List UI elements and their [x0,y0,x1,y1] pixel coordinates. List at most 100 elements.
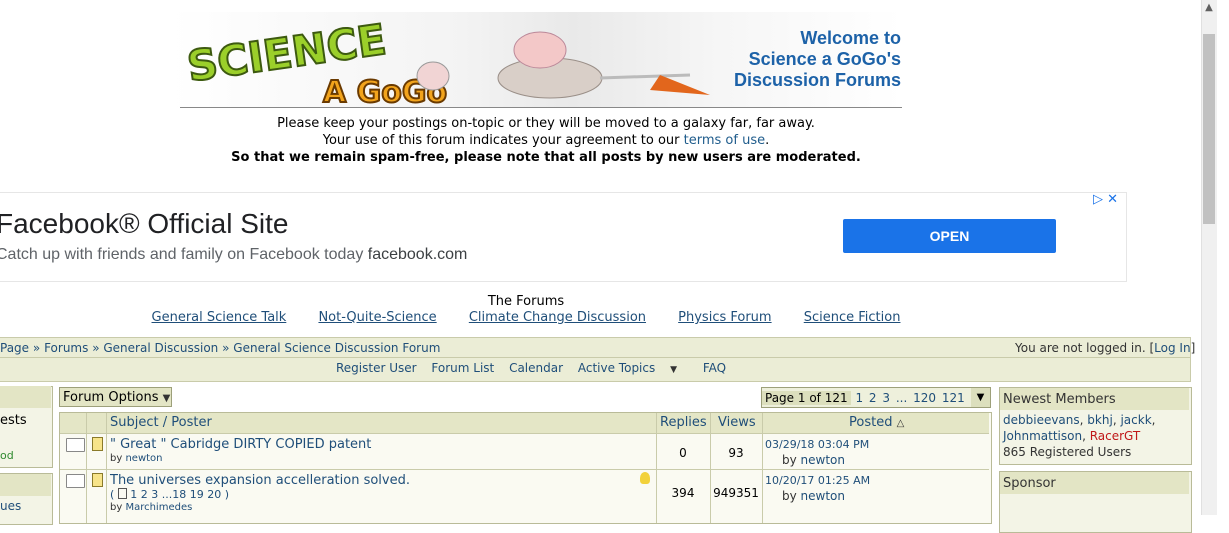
topic-icon [92,473,103,487]
newest-members-list: debbieevans, bkhj, jackk, Johnmattison, … [1003,413,1156,459]
breadcrumb-item-page[interactable]: Page [0,341,29,355]
breadcrumb-item-forums[interactable]: Forums [44,341,88,355]
topic-subject-link[interactable]: " Great " Cabridge DIRTY COPIED patent [110,437,371,452]
forum-link-climate-change[interactable]: Climate Change Discussion [469,310,646,325]
posted-date[interactable]: 03/29/18 [765,438,814,451]
left-sidebar-guests-text: ests [0,413,27,428]
member-link[interactable]: bkhj [1087,413,1113,427]
forum-link-physics-forum[interactable]: Physics Forum [678,310,771,325]
views-count: 949351 [713,486,759,500]
scroll-up-arrow-icon[interactable]: ▲ [1201,0,1217,16]
dropdown-triangle-icon[interactable]: ▼ [670,365,677,375]
login-status: You are not logged in. [Log In] [1015,341,1195,355]
replies-count: 0 [679,446,687,460]
posted-time[interactable]: 01:25 AM [818,474,870,487]
newest-members-title: Newest Members [1003,392,1116,407]
forum-link-general-science-talk[interactable]: General Science Talk [152,310,287,325]
welcome-line-2: Science a GoGo's [748,49,901,69]
topic-poster: by newton [110,453,163,464]
forums-title: The Forums [487,294,565,309]
active-topics-label[interactable]: Active Topics [578,361,655,375]
notice-line-1: Please keep your postings on-topic or th… [277,116,815,131]
page-link[interactable]: 3 [882,391,890,405]
register-user-link[interactable]: Register User [336,361,417,375]
breadcrumb-divider [0,357,1190,358]
login-status-close: ] [1190,341,1196,355]
column-header-replies[interactable]: Replies [660,415,707,430]
page-link[interactable]: 1 [855,391,863,405]
pages-close: ) [224,488,230,501]
page-link[interactable]: 120 [913,391,936,405]
notice-line-2: Your use of this forum indicates your ag… [171,132,921,149]
posted-by-prefix: by [782,453,797,467]
breadcrumb-separator: » [92,341,100,355]
sort-ascending-icon[interactable]: △ [897,418,905,429]
sponsor-title: Sponsor [1003,476,1056,491]
member-link-admin[interactable]: RacerGT [1090,429,1141,443]
poster-link[interactable]: newton [125,453,162,464]
row-divider [60,469,989,470]
welcome-heading: Welcome to Science a GoGo's Discussion F… [705,28,901,91]
ad-title[interactable]: Facebook® Official Site [0,208,288,240]
scrollbar-thumb[interactable] [1203,34,1215,224]
column-header-posted[interactable]: Posted △ [849,415,904,430]
posted-by: by newton [782,489,845,503]
hot-topic-icon [640,472,650,484]
calendar-link[interactable]: Calendar [509,361,563,375]
column-divider [762,413,763,523]
breadcrumb-item-general-discussion[interactable]: General Discussion [103,341,218,355]
notice-line-2-pre: Your use of this forum indicates your ag… [322,133,684,148]
pagination: Page 1 of 121 1 2 3 ... 120 121 > [761,387,991,408]
column-divider [86,413,87,523]
posted-by: by newton [782,453,845,467]
column-header-views[interactable]: Views [718,415,756,430]
topic-page-links[interactable]: 1 2 3 ...18 19 20 [130,488,221,501]
member-link[interactable]: debbieevans [1003,413,1080,427]
page-link[interactable]: 121 [942,391,965,405]
posted-by-link[interactable]: newton [801,489,845,503]
column-header-posted-label[interactable]: Posted [849,415,892,430]
log-in-link[interactable]: Log In [1154,341,1190,355]
posted-datetime[interactable]: 03/29/18 03:04 PM [765,438,869,451]
banner-divider [180,107,902,108]
member-link[interactable]: Johnmattison [1003,429,1082,443]
row-divider [60,433,989,434]
forum-list-link[interactable]: Forum List [431,361,494,375]
terms-of-use-link[interactable]: terms of use [684,133,765,148]
ad-open-button[interactable]: OPEN [843,219,1056,253]
breadcrumb-separator: » [32,341,41,355]
faq-link[interactable]: FAQ [703,361,726,375]
science-a-gogo-logo[interactable]: SCIENCE A GoGo [183,16,453,106]
notice-line-3: So that we remain spam-free, please note… [231,150,861,165]
active-topics-menu[interactable]: Active Topics ▼ [578,361,688,375]
forum-options-dropdown[interactable]: Forum Options ▼ [59,387,172,407]
posted-time[interactable]: 03:04 PM [818,438,869,451]
column-header-subject[interactable]: Subject / Poster [110,415,212,430]
page-link[interactable]: 2 [869,391,877,405]
welcome-line-1: Welcome to [800,28,901,48]
posted-date[interactable]: 10/20/17 [765,474,814,487]
chevron-down-icon[interactable]: ▼ [163,393,171,404]
forum-category-links: General Science Talk Not-Quite-Science C… [0,310,1052,325]
left-sidebar-box-header [0,386,51,408]
posted-by-link[interactable]: newton [801,453,845,467]
left-sidebar-status-text: od [0,449,14,462]
folder-icon [66,438,85,452]
replies-count: 394 [671,486,695,500]
column-divider [106,413,107,523]
forum-options-label[interactable]: Forum Options [63,390,159,405]
member-link[interactable]: jackk [1120,413,1151,427]
ad-choices-icon[interactable]: ▷ ✕ [1093,192,1118,207]
forum-link-science-fiction[interactable]: Science Fiction [804,310,901,325]
registered-users-count: 865 Registered Users [1003,445,1132,459]
poster-link[interactable]: Marchimedes [125,502,192,513]
topic-pages: ( 1 2 3 ...18 19 20 ) [110,488,229,501]
forum-link-not-quite-science[interactable]: Not-Quite-Science [318,310,436,325]
welcome-line-3: Discussion Forums [733,70,901,90]
topic-subject-link[interactable]: The universes expansion accelleration so… [110,473,410,488]
column-divider [656,413,657,523]
breadcrumb-item-current-forum[interactable]: General Science Discussion Forum [233,341,440,355]
posted-datetime[interactable]: 10/20/17 01:25 AM [765,474,870,487]
pager-dropdown-icon[interactable]: ▼ [971,388,990,407]
left-sidebar-link[interactable]: ues [0,499,21,513]
